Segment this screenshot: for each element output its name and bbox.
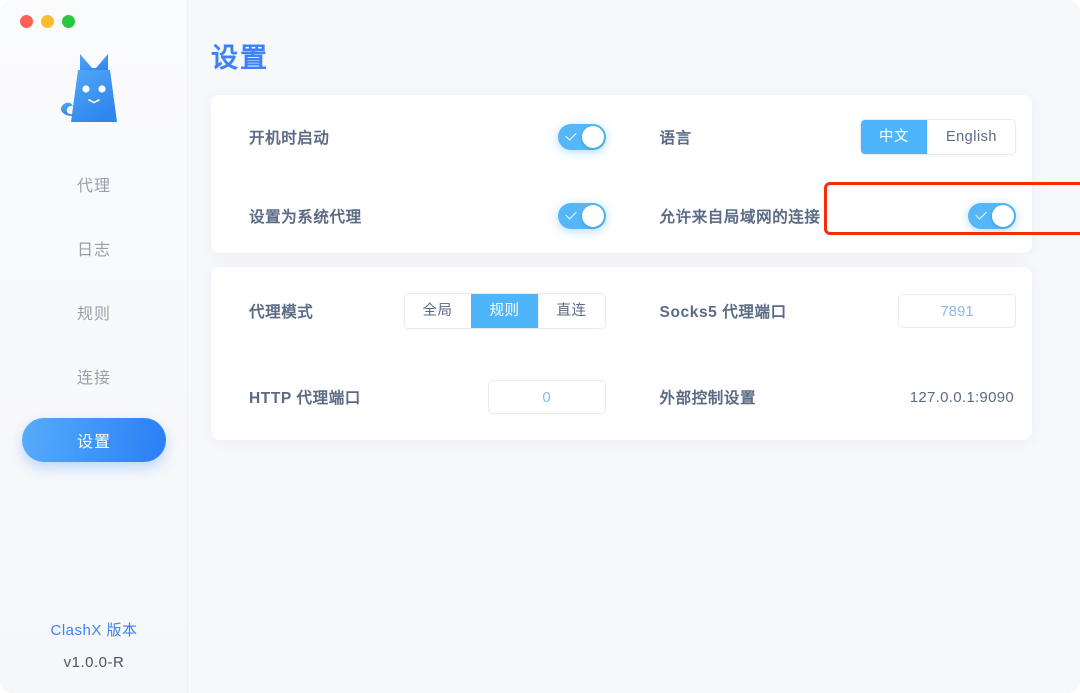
row-set-as-system-proxy: 设置为系统代理: [211, 179, 622, 253]
sidebar-item-label: 规则: [76, 306, 111, 323]
row-label: 外部控制设置: [659, 390, 757, 408]
row-label: Socks5 代理端口: [659, 303, 787, 321]
sidebar-item-label: 代理: [76, 178, 111, 195]
external-controller-value: 127.0.0.1:9090: [909, 388, 1014, 406]
allow-lan-toggle[interactable]: [968, 203, 1016, 229]
sidebar-item-rules[interactable]: 规则: [22, 290, 166, 334]
sidebar-item-label: 连接: [76, 370, 111, 387]
check-icon: [975, 208, 987, 220]
main-content: 设置 开机时启动 语言 中文 English 设置为系统代理 允许来自局域网的连…: [188, 0, 1080, 693]
sidebar: 代理 日志 规则 连接 设置 ClashX 版本 v1.0.0-R: [0, 0, 188, 693]
sidebar-footer: ClashX 版本 v1.0.0-R: [0, 619, 188, 671]
row-http-port: HTTP 代理端口 0: [211, 355, 622, 441]
row-label: 允许来自局域网的连接: [659, 209, 821, 226]
sidebar-nav: 代理 日志 规则 连接 设置: [0, 162, 188, 482]
clash-cat-logo-icon: [61, 54, 117, 122]
socks5-port-input[interactable]: 7891: [898, 293, 1016, 328]
proxy-mode-option-rule[interactable]: 规则: [470, 293, 538, 328]
version-number: v1.0.0-R: [63, 654, 125, 671]
window-controls: [20, 15, 75, 28]
proxy-settings-card: 代理模式 全局 规则 直连 Socks5 代理端口 7891 HTTP 代理端口…: [211, 267, 1032, 440]
row-label: 开机时启动: [249, 130, 330, 147]
row-launch-at-login: 开机时启动: [211, 95, 622, 179]
language-segmented-control: 中文 English: [859, 119, 1016, 155]
sidebar-item-label: 设置: [76, 434, 111, 451]
proxy-mode-option-direct[interactable]: 直连: [537, 293, 605, 328]
proxy-mode-segmented-control: 全局 规则 直连: [403, 292, 606, 329]
row-label: 语言: [659, 130, 692, 147]
row-label: 代理模式: [249, 303, 314, 321]
toggle-knob: [581, 205, 604, 227]
check-icon: [564, 208, 577, 220]
row-language: 语言 中文 English: [622, 95, 1033, 179]
row-label: HTTP 代理端口: [249, 390, 361, 408]
language-option-english[interactable]: English: [926, 120, 1015, 154]
row-external-controller: 外部控制设置 127.0.0.1:9090: [622, 355, 1033, 441]
proxy-mode-option-global[interactable]: 全局: [404, 293, 471, 328]
minimize-button-icon[interactable]: [41, 15, 54, 28]
launch-at-login-toggle[interactable]: [557, 124, 606, 150]
sidebar-item-connections[interactable]: 连接: [22, 354, 166, 398]
version-label: ClashX 版本: [50, 622, 138, 639]
close-button-icon[interactable]: [20, 15, 33, 28]
sidebar-item-logs[interactable]: 日志: [22, 226, 166, 270]
check-icon: [564, 129, 577, 141]
http-port-input[interactable]: 0: [487, 380, 606, 415]
app-window: 代理 日志 规则 连接 设置 ClashX 版本 v1.0.0-R 设置 开机时…: [0, 0, 1080, 693]
general-settings-card: 开机时启动 语言 中文 English 设置为系统代理 允许来自局域网的连接: [211, 95, 1032, 253]
page-title: 设置: [211, 43, 269, 73]
app-logo: [0, 48, 188, 128]
language-option-chinese[interactable]: 中文: [860, 120, 927, 154]
zoom-button-icon[interactable]: [62, 15, 75, 28]
row-socks5-port: Socks5 代理端口 7891: [622, 267, 1033, 355]
sidebar-item-label: 日志: [76, 242, 111, 259]
toggle-knob: [581, 126, 604, 148]
system-proxy-toggle[interactable]: [557, 203, 606, 229]
row-label: 设置为系统代理: [249, 209, 362, 226]
sidebar-item-proxy[interactable]: 代理: [22, 162, 166, 206]
row-allow-lan: 允许来自局域网的连接: [622, 179, 1033, 253]
sidebar-item-settings[interactable]: 设置: [22, 418, 166, 462]
row-proxy-mode: 代理模式 全局 规则 直连: [211, 267, 622, 355]
toggle-knob: [992, 205, 1014, 227]
